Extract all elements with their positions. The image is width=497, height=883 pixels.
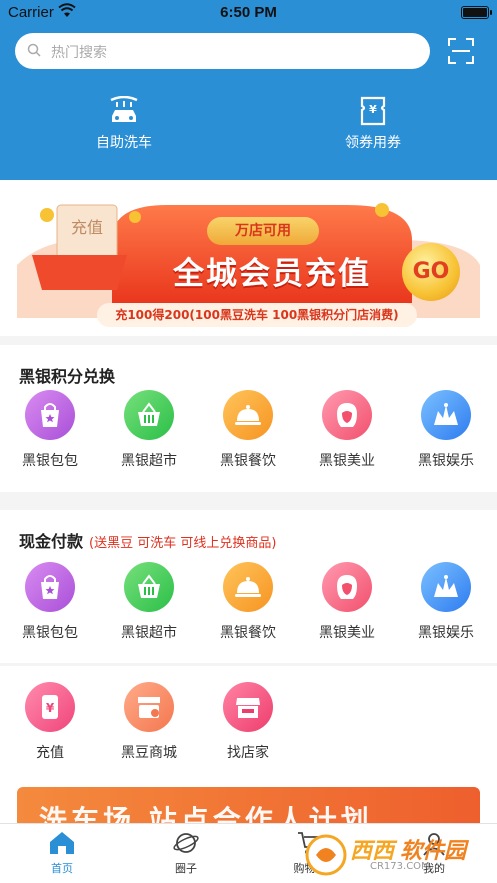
category-label: 黑银美业 — [319, 625, 375, 641]
category-item-bag[interactable]: 黑银包包 — [10, 562, 90, 642]
watermark-emblem-icon — [305, 834, 347, 876]
category-label: 黑银超市 — [121, 625, 177, 641]
basket-icon — [124, 390, 174, 440]
category-label: 黑银超市 — [121, 453, 177, 469]
category-label: 找店家 — [227, 745, 269, 761]
bag-icon — [25, 562, 75, 612]
home-icon — [50, 832, 74, 854]
status-bar: Carrier 6:50 PM — [0, 0, 497, 26]
svg-text:充值: 充值 — [71, 218, 103, 237]
recharge-banner[interactable]: 充值 万店可用 全城会员充值 GO 充100得200(100黑豆洗车 100黑银… — [17, 195, 480, 327]
svg-text:¥: ¥ — [369, 103, 377, 116]
tab-home[interactable]: 首页 — [17, 830, 107, 876]
crown-icon — [421, 562, 471, 612]
coupon-icon: ¥ — [360, 96, 386, 126]
quick-action-label: 自助洗车 — [96, 135, 152, 151]
beauty-icon — [322, 562, 372, 612]
category-item-shop-front[interactable]: 找店家 — [208, 682, 288, 762]
section-title: 现金付款 (送黑豆 可洗车 可线上兑换商品) — [19, 528, 276, 552]
section-title-text: 现金付款 — [19, 532, 84, 551]
points-section: 黑银积分兑换 黑银包包 黑银超市 黑银餐饮 黑银美业 黑银娱乐 — [0, 345, 497, 492]
category-item-beauty[interactable]: 黑银美业 — [307, 562, 387, 642]
tab-label: 圈子 — [175, 862, 197, 875]
watermark-logo: 西西 软件园 CR173.COM — [300, 829, 480, 881]
basket-icon — [124, 562, 174, 612]
car-wash-icon — [110, 96, 138, 122]
category-label: 黑豆商城 — [121, 745, 177, 761]
category-label: 黑银美业 — [319, 453, 375, 469]
category-label: 充值 — [36, 745, 64, 761]
category-item-crown[interactable]: 黑银娱乐 — [406, 562, 486, 642]
scan-icon[interactable] — [448, 38, 474, 64]
category-label: 黑银娱乐 — [418, 625, 474, 641]
phone-yen-icon: ¥ — [25, 682, 75, 732]
category-item-store[interactable]: 黑豆商城 — [109, 682, 189, 762]
svg-text:¥: ¥ — [46, 701, 55, 715]
banner-tag: 万店可用 — [207, 217, 319, 245]
category-item-food-cloche[interactable]: 黑银餐饮 — [208, 390, 288, 470]
category-item-basket[interactable]: 黑银超市 — [109, 562, 189, 642]
crown-icon — [421, 390, 471, 440]
category-label: 黑银餐饮 — [220, 453, 276, 469]
category-item-food-cloche[interactable]: 黑银餐饮 — [208, 562, 288, 642]
food-cloche-icon — [223, 390, 273, 440]
category-label: 黑银餐饮 — [220, 625, 276, 641]
search-icon — [27, 43, 41, 57]
bag-icon — [25, 390, 75, 440]
quick-action-coupon[interactable]: ¥ 领券用券 — [303, 96, 443, 152]
banner-strip: 充100得200(100黑豆洗车 100黑银积分门店消费) — [97, 303, 417, 327]
quick-action-label: 领券用券 — [345, 135, 401, 151]
banner-section: 充值 万店可用 全城会员充值 GO 充100得200(100黑豆洗车 100黑银… — [0, 180, 497, 336]
category-label: 黑银娱乐 — [418, 453, 474, 469]
store-icon — [124, 682, 174, 732]
clock: 6:50 PM — [220, 4, 277, 21]
watermark-domain: CR173.COM — [370, 861, 430, 872]
category-item-bag[interactable]: 黑银包包 — [10, 390, 90, 470]
planet-icon — [173, 833, 199, 853]
category-label: 黑银包包 — [22, 453, 78, 469]
tab-circle[interactable]: 圈子 — [141, 830, 231, 876]
cash-section: 现金付款 (送黑豆 可洗车 可线上兑换商品) 黑银包包 黑银超市 黑银餐饮 黑银美业 黑银… — [0, 510, 497, 663]
search-input[interactable]: 热门搜索 — [51, 42, 107, 62]
category-item-phone-yen[interactable]: ¥ 充值 — [10, 682, 90, 762]
battery-icon — [461, 6, 492, 19]
quick-action-car-wash[interactable]: 自助洗车 — [54, 96, 194, 152]
banner-headline: 全城会员充值 — [173, 256, 371, 292]
category-label: 黑银包包 — [22, 625, 78, 641]
tab-label: 首页 — [51, 862, 73, 875]
category-item-basket[interactable]: 黑银超市 — [109, 390, 189, 470]
food-cloche-icon — [223, 562, 273, 612]
section-title: 黑银积分兑换 — [19, 367, 116, 386]
category-item-beauty[interactable]: 黑银美业 — [307, 390, 387, 470]
category-item-crown[interactable]: 黑银娱乐 — [406, 390, 486, 470]
beauty-icon — [322, 390, 372, 440]
search-bar[interactable]: 热门搜索 — [15, 33, 430, 69]
go-button[interactable]: GO — [402, 243, 460, 301]
header: Carrier 6:50 PM 热门搜索 自助洗车 ¥ 领券用券 — [0, 0, 497, 180]
section-subtitle: (送黑豆 可洗车 可线上兑换商品) — [89, 536, 277, 551]
shop-front-icon — [223, 682, 273, 732]
